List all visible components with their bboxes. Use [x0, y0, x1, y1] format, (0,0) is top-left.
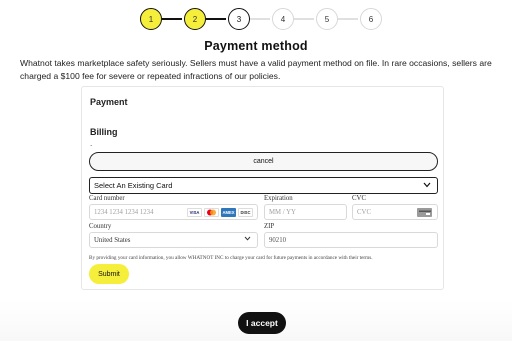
expiration-label: Expiration	[264, 195, 293, 202]
existing-card-select[interactable]: Select An Existing Card	[89, 177, 438, 194]
cvc-input[interactable]: CVC	[352, 204, 438, 220]
step-3: 3	[228, 8, 250, 30]
step-2: 2	[184, 8, 206, 30]
country-select[interactable]: United States	[89, 232, 258, 248]
accept-button[interactable]: I accept	[238, 312, 286, 334]
card-number-label: Card number	[89, 195, 125, 202]
billing-dot: .	[90, 139, 93, 148]
step-connector	[206, 18, 226, 20]
submit-button[interactable]: Submit	[89, 264, 129, 284]
cvc-card-icon	[417, 208, 432, 217]
card-number-input[interactable]: 1234 1234 1234 1234 VISA AMEX DISC	[89, 204, 258, 220]
cvc-placeholder: CVC	[357, 208, 371, 216]
card-number-placeholder: 1234 1234 1234 1234	[94, 208, 154, 216]
payment-card: Payment Billing . cancel Select An Exist…	[81, 86, 444, 290]
country-value: United States	[94, 236, 131, 244]
step-5: 5	[316, 8, 338, 30]
card-brand-icons: VISA AMEX DISC	[187, 208, 253, 217]
cancel-button[interactable]: cancel	[89, 152, 438, 171]
existing-card-select-value: Select An Existing Card	[94, 181, 173, 190]
billing-heading: Billing	[90, 127, 118, 137]
expiration-placeholder: MM / YY	[269, 208, 296, 216]
step-connector	[250, 18, 270, 20]
step-6: 6	[360, 8, 382, 30]
discover-icon: DISC	[238, 208, 253, 217]
mastercard-icon	[204, 208, 219, 217]
step-connector	[162, 18, 182, 20]
progress-stepper: 1 2 3 4 5 6	[140, 8, 382, 30]
chevron-down-icon	[423, 181, 431, 190]
zip-input[interactable]: 90210	[264, 232, 438, 248]
page-title: Payment method	[204, 39, 308, 53]
country-label: Country	[89, 223, 112, 230]
step-4: 4	[272, 8, 294, 30]
expiration-input[interactable]: MM / YY	[264, 204, 347, 220]
zip-label: ZIP	[264, 223, 275, 230]
payment-heading: Payment	[90, 97, 128, 107]
amex-icon: AMEX	[221, 208, 236, 217]
zip-value: 90210	[269, 236, 286, 244]
safety-notice: Whatnot takes marketplace safety serious…	[20, 58, 492, 81]
step-connector	[338, 18, 358, 20]
chevron-down-icon	[244, 236, 251, 243]
cvc-label: CVC	[352, 195, 366, 202]
visa-icon: VISA	[187, 208, 202, 217]
step-connector	[294, 18, 314, 20]
legal-text: By providing your card information, you …	[89, 255, 373, 261]
step-1: 1	[140, 8, 162, 30]
